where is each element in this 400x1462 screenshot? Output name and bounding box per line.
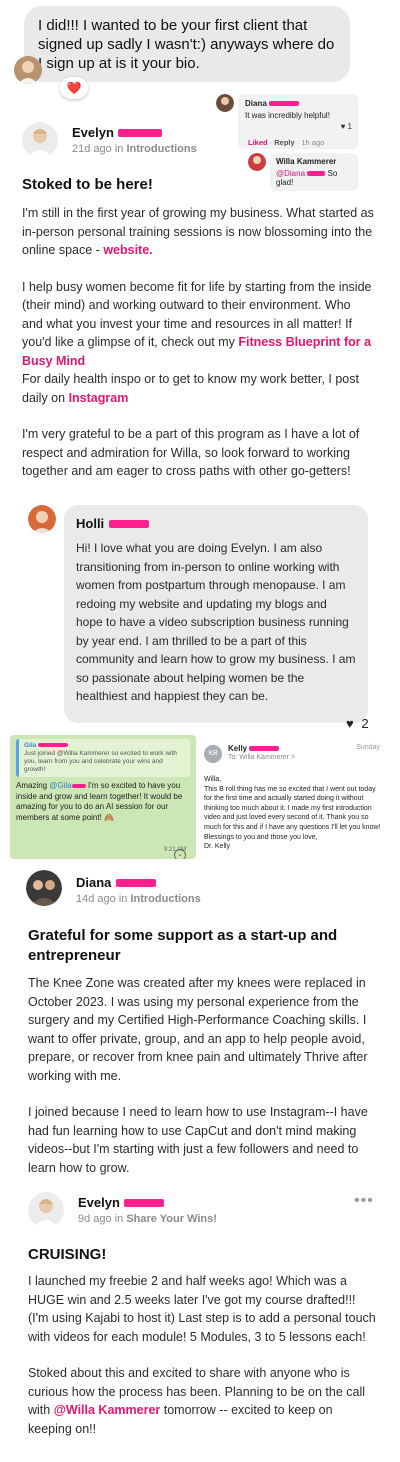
email-date: Sunday	[356, 744, 380, 751]
chat-message: Amazing @Gila I'm so excited to have you…	[16, 781, 183, 822]
avatar	[26, 870, 62, 906]
post-author[interactable]: Evelyn	[78, 1195, 120, 1210]
post-author-row: Evelyn	[78, 1194, 165, 1212]
avatar	[216, 94, 234, 112]
message-text: I did!!! I wanted to be your first clien…	[38, 17, 335, 72]
like-count: 2	[361, 716, 369, 731]
post-time: 21d ago	[72, 143, 112, 155]
post-title: Grateful for some support as a start-up …	[28, 927, 338, 964]
mention-link[interactable]: @Willa Kammerer	[54, 1403, 161, 1417]
more-dots-icon[interactable]: •••	[354, 1192, 374, 1210]
comment-author: Willa Kammerer	[276, 157, 337, 166]
post-author-row: Evelyn	[72, 124, 163, 142]
post-author[interactable]: Diana	[76, 875, 111, 890]
post-body: I launched my freebie 2 and half weeks a…	[28, 1274, 376, 1436]
email-screenshot: KB Kelly To: Willa Kammerer > Sunday Wil…	[198, 737, 388, 865]
post-category[interactable]: Introductions	[130, 893, 200, 905]
heart-reaction[interactable]: ❤️	[60, 77, 88, 99]
post-category[interactable]: Introductions	[126, 143, 196, 155]
mention-link: @Gila	[49, 781, 72, 790]
quote-text: Just joined @Willa Kammerer so excited t…	[24, 750, 177, 773]
heart-icon: ❤️	[66, 81, 82, 95]
comment-bubble: Holli Hi! I love what you are doing Evel…	[64, 505, 368, 723]
chat-screenshot: Gila Just joined @Willa Kammerer so exci…	[10, 735, 196, 859]
avatar	[22, 122, 58, 158]
liked-link[interactable]: Liked	[248, 138, 268, 147]
avatar	[248, 153, 266, 171]
comment-text: Hi! I love what you are doing Evelyn. I …	[76, 541, 356, 703]
post-body: I'm still in the first year of growing m…	[22, 206, 374, 478]
post-meta-in: in	[114, 143, 124, 155]
instagram-link[interactable]: Instagram	[69, 391, 129, 405]
comment-author[interactable]: Holli	[76, 516, 104, 531]
post-meta: 9d ago in Share Your Wins!	[78, 1213, 217, 1225]
chevron-down-icon[interactable]: ⌄	[174, 849, 186, 859]
avatar	[28, 505, 56, 533]
comment-card: Willa Kammerer @Diana So glad!	[270, 153, 358, 191]
post-title: Stoked to be here!	[22, 176, 153, 193]
post-body: The Knee Zone was created after my knees…	[28, 976, 368, 1175]
post-author-row: Diana	[76, 874, 156, 892]
post-author[interactable]: Evelyn	[72, 125, 114, 140]
email-body: Willa, This B roll thing has me so excit…	[204, 776, 381, 851]
heart-icon[interactable]: ♥	[341, 122, 346, 131]
post-category[interactable]: Share Your Wins!	[126, 1213, 217, 1225]
comment-time: 1h ago	[301, 138, 325, 147]
quote-sender: Gila	[24, 742, 37, 749]
comment-text: It was incredibly helpful!	[245, 111, 330, 120]
like-control[interactable]: ♥ 2	[346, 716, 369, 731]
post-meta: 14d ago in Introductions	[76, 893, 201, 905]
mention-link[interactable]: @Diana	[276, 169, 305, 178]
reply-link[interactable]: Reply	[274, 138, 294, 147]
sender-avatar: KB	[204, 745, 222, 763]
comment-actions: Liked · Reply · 1h ago	[248, 138, 325, 147]
heart-icon[interactable]: ♥	[346, 716, 354, 731]
avatar	[14, 56, 42, 84]
post-title: CRUISING!	[28, 1246, 107, 1263]
website-link[interactable]: website.	[103, 243, 152, 257]
avatar	[28, 1192, 64, 1228]
message-bubble: I did!!! I wanted to be your first clien…	[24, 6, 350, 82]
like-count: 1	[347, 122, 352, 131]
email-sender: Kelly	[228, 744, 280, 753]
email-to: To: Willa Kammerer >	[228, 754, 296, 761]
post-meta: 21d ago in Introductions	[72, 143, 197, 155]
comment-author: Diana	[245, 99, 267, 108]
quoted-message: Gila Just joined @Willa Kammerer so exci…	[16, 739, 190, 777]
